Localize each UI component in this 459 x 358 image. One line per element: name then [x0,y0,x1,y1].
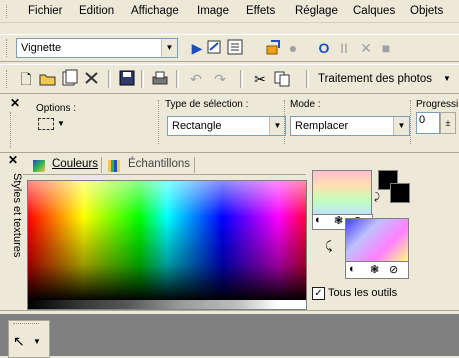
record-script-icon[interactable] [264,38,284,58]
close-icon[interactable]: ✕ [10,96,20,110]
palette-side-title: Styles et textures [11,173,23,258]
workspace-area [0,314,459,356]
swap-styles-icon[interactable]: ⤹ [325,239,332,254]
script-select-value: Vignette [21,42,62,54]
progressive-input[interactable]: 0 [416,112,440,134]
swatches-tab-icon [108,160,120,172]
selection-type-value: Rectangle [172,120,222,132]
scan-icon[interactable] [82,69,102,89]
toolbar-separator [176,70,179,88]
toolbar-grip[interactable] [6,39,10,57]
stop-icon[interactable]: ■ [376,38,396,58]
standard-toolbar: 🗋 ↶ ↷ ✂ Traitement des photos ▼ [0,64,459,94]
grayscale-bar[interactable] [27,300,307,310]
toolbar-grip[interactable] [6,70,10,88]
edit-script-icon[interactable] [205,38,225,58]
style-icon[interactable]: ◐ [349,263,356,275]
redo-icon[interactable]: ↷ [210,69,230,89]
new-file-icon[interactable]: 🗋 [16,69,36,89]
tab-swatches[interactable]: Échantillons [128,158,190,170]
chevron-down-icon[interactable]: ▼ [393,117,409,135]
tab-divider [194,157,196,173]
toolbar-grip[interactable] [13,323,39,326]
browse-icon[interactable] [60,69,80,89]
all-tools-label: Tous les outils [328,287,398,299]
selection-type-select[interactable]: Rectangle ▼ [167,116,286,136]
menu-bar: Fichier Edition Affichage Image Effets R… [0,0,459,23]
selection-shape-icon[interactable] [38,118,54,130]
options-label: Options : [36,103,77,114]
palette-grip[interactable] [10,112,14,148]
pause-icon[interactable]: II [334,38,354,58]
print-icon[interactable] [150,69,170,89]
options-divider [284,100,286,144]
swap-colors-icon[interactable]: ⤸ [374,192,380,203]
texture-icon[interactable]: ❃ [334,214,343,227]
save-icon[interactable] [117,69,137,89]
chevron-down-icon[interactable]: ▼ [33,337,41,346]
script-output-icon[interactable] [225,38,245,58]
cancel-icon[interactable]: ✕ [356,38,376,58]
foreground-style-swatch[interactable] [312,170,372,217]
menu-affichage[interactable]: Affichage [131,5,179,17]
script-select[interactable]: Vignette ▼ [16,38,178,58]
all-tools-checkbox[interactable]: ✓ [312,287,325,300]
toolbar-separator [108,70,111,88]
menu-fichier[interactable]: Fichier [28,5,63,17]
open-folder-icon[interactable] [38,69,58,89]
undo-icon[interactable]: ↶ [186,69,206,89]
menu-calques[interactable]: Calques [353,5,395,17]
menu-objets[interactable]: Objets [410,5,443,17]
start-icon[interactable]: O [314,38,334,58]
menu-grip[interactable] [6,5,10,18]
chevron-down-icon[interactable]: ▼ [161,39,177,57]
tool-options-palette: ✕ Options : ▼ Type de sélection : Rectan… [0,96,459,153]
chevron-down-icon[interactable]: ▼ [269,117,285,135]
options-divider [158,100,160,144]
tools-toolbar: ↖ ▼ [8,320,50,358]
texture-icon[interactable]: ❃ [370,263,379,276]
options-divider [410,100,412,144]
selection-type-label: Type de sélection : [165,99,249,110]
mode-select[interactable]: Remplacer ▼ [290,116,410,136]
copy-icon[interactable] [272,69,292,89]
run-script-icon[interactable]: ▶ [187,38,207,58]
color-spectrum[interactable] [27,180,307,302]
pointer-tool-icon[interactable]: ↖ [13,333,25,350]
mode-label: Mode : [290,99,321,110]
style-icon[interactable]: ◐ [315,214,322,226]
background-style-swatch[interactable] [345,218,409,262]
workspace-label[interactable]: Traitement des photos [318,73,432,85]
record-icon[interactable]: ● [283,38,303,58]
tab-underline [23,174,306,178]
close-icon[interactable]: ✕ [8,153,18,167]
mode-value: Remplacer [295,120,349,132]
menu-edition[interactable]: Edition [79,5,114,17]
tab-divider [101,157,103,173]
background-color-swatch[interactable] [390,183,410,203]
chevron-down-icon[interactable]: ▼ [443,74,451,83]
toolbar-separator [240,70,243,88]
background-color-fill [391,184,409,202]
chevron-down-icon[interactable]: ▼ [57,119,65,128]
menu-reglage[interactable]: Réglage [295,5,338,17]
cut-icon[interactable]: ✂ [250,69,270,89]
toolbar-separator [141,70,144,88]
menu-effets[interactable]: Effets [246,5,275,17]
script-toolbar: Vignette ▼ ▶ ● O II ✕ ■ [0,34,459,62]
progressive-value: 0 [419,114,426,126]
menu-image[interactable]: Image [197,5,229,17]
toolbar-separator [306,70,309,88]
tab-colors[interactable]: Couleurs [52,158,98,170]
progressive-label: Progressi [416,99,459,110]
transparent-icon[interactable]: ⊘ [389,263,398,276]
progressive-stepper[interactable]: ± [440,112,456,134]
colors-tab-icon [33,160,45,172]
